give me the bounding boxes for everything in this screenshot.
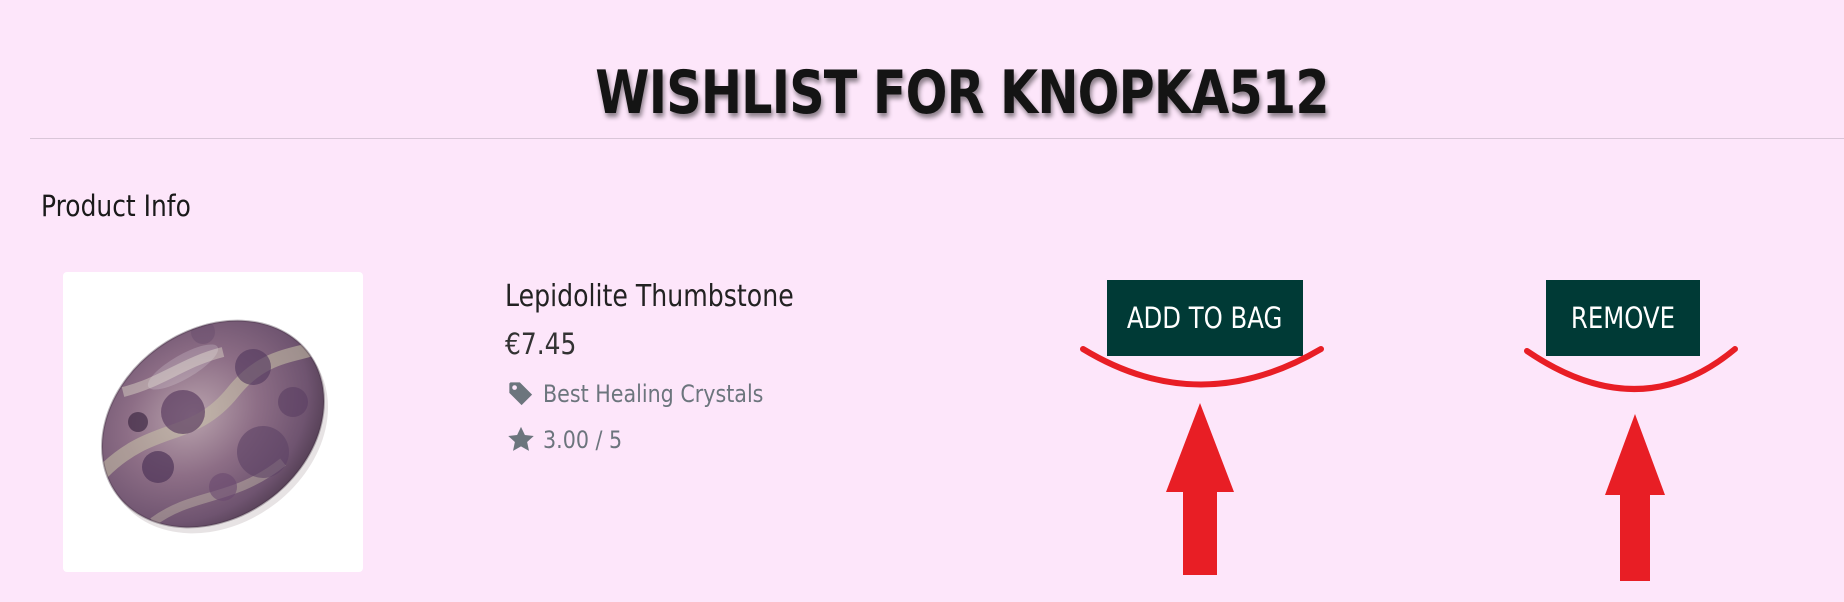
star-icon — [505, 424, 537, 456]
tag-icon — [505, 378, 537, 410]
product-rating: 3.00 / 5 — [505, 424, 635, 456]
product-image-link[interactable] — [63, 272, 363, 572]
remove-button[interactable]: REMOVE — [1546, 280, 1700, 356]
add-to-bag-button[interactable]: ADD TO BAG — [1107, 280, 1303, 356]
section-label-product-info: Product Info — [41, 189, 191, 223]
add-to-bag-label: ADD TO BAG — [1127, 301, 1283, 335]
product-price: €7.45 — [505, 327, 577, 361]
product-category-link[interactable]: Best Healing Crystals — [505, 378, 799, 410]
remove-label: REMOVE — [1570, 301, 1676, 335]
product-category: Best Healing Crystals — [543, 380, 764, 408]
page-title: WISHLIST FOR KNOPKA512 — [595, 58, 1329, 129]
annotation-arrow-add — [1166, 403, 1234, 575]
product-image — [98, 319, 348, 534]
product-name[interactable]: Lepidolite Thumbstone — [505, 278, 794, 316]
annotation-arrow-remove — [1605, 414, 1665, 581]
product-rating-value: 3.00 / 5 — [543, 426, 623, 454]
header-divider — [30, 138, 1844, 139]
